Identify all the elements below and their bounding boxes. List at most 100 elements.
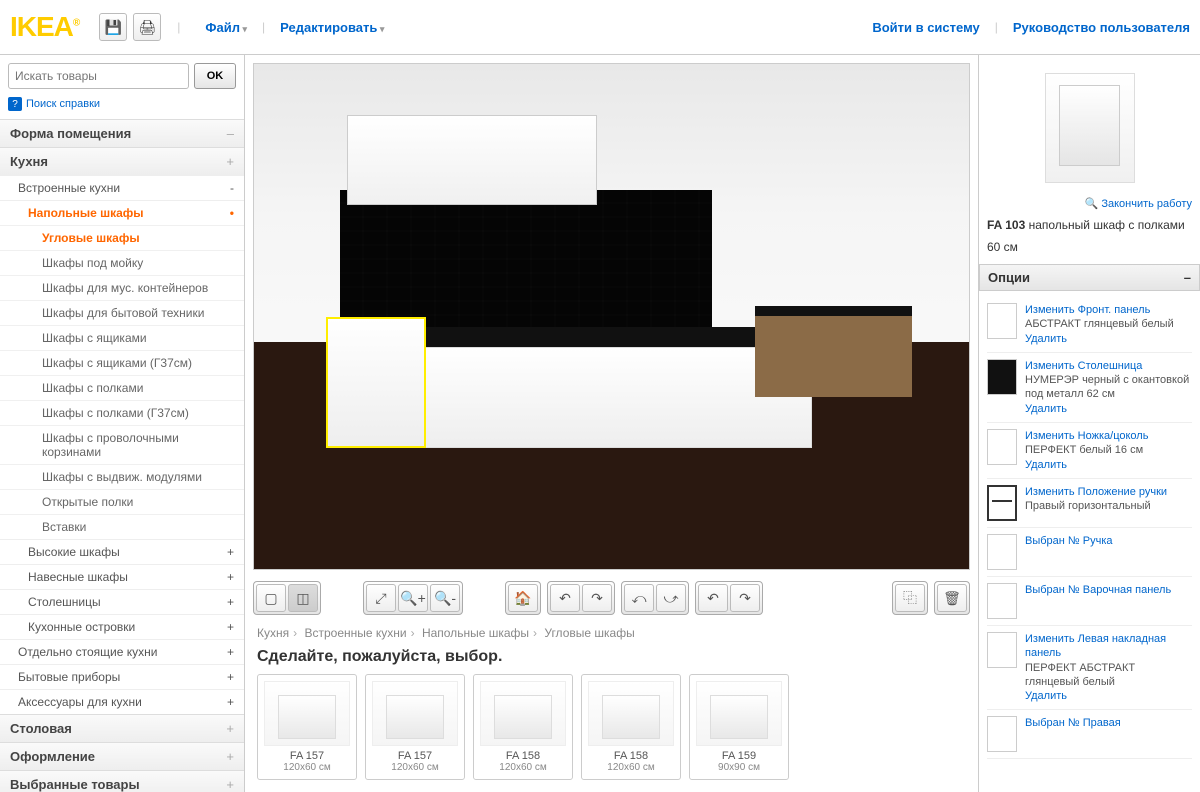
subcat-appliances[interactable]: Бытовые приборы+ [0, 664, 244, 689]
option-desc: АБСТРАКТ глянцевый белый [1025, 317, 1174, 331]
option-link[interactable]: Изменить Ножка/цоколь [1025, 429, 1148, 443]
view-3d-button[interactable]: ◫ [288, 584, 318, 612]
item-pullout[interactable]: Шкафы с выдвиж. модулями [0, 464, 244, 489]
view-toolbar: ▢ ◫ ⤢ 🔍+ 🔍- 🏠 ↶ ↷ ⤺ ⤻ ↶ ↷ [253, 578, 970, 618]
zoom-out-button[interactable]: 🔍- [430, 584, 460, 612]
view-2d-button[interactable]: ▢ [256, 584, 286, 612]
product-info: FA 103 напольный шкаф с полками [987, 214, 1192, 236]
logo: IKEA® [10, 11, 79, 43]
product-card[interactable]: FA 15990x90 см [689, 674, 789, 780]
search-ok-button[interactable]: OK [194, 63, 236, 89]
item-wire[interactable]: Шкафы с проволочными корзинами [0, 425, 244, 464]
search-help-link[interactable]: Поиск справки [0, 97, 244, 119]
swatch [987, 303, 1017, 339]
swatch [987, 632, 1017, 668]
guide-link[interactable]: Руководство пользователя [1013, 20, 1190, 35]
option-row: Выбран № Ручка [987, 528, 1192, 577]
option-row: Выбран № Варочная панель [987, 577, 1192, 626]
swatch [987, 429, 1017, 465]
cat-room-shape[interactable]: Форма помещения– [0, 119, 244, 147]
item-drawers[interactable]: Шкафы с ящиками [0, 325, 244, 350]
options-header[interactable]: Опции– [979, 264, 1200, 291]
delete-button[interactable]: 🗑 [937, 584, 967, 612]
swatch [987, 716, 1017, 752]
rotate-left-button[interactable]: ⤺ [624, 584, 654, 612]
option-link[interactable]: Изменить Столешница [1025, 359, 1192, 373]
header: IKEA® 💾 🖨 | Файл | Редактировать Войти в… [0, 0, 1200, 55]
swatch [987, 583, 1017, 619]
sib-tall[interactable]: Высокие шкафы+ [0, 539, 244, 564]
subcat-freestanding[interactable]: Отдельно стоящие кухни+ [0, 639, 244, 664]
print-button[interactable]: 🖨 [133, 13, 161, 41]
option-link[interactable]: Изменить Положение ручки [1025, 485, 1167, 499]
option-row: Изменить Столешница НУМЕРЭР черный с ока… [987, 353, 1192, 423]
option-link[interactable]: Выбран № Правая [1025, 716, 1121, 730]
login-link[interactable]: Войти в систему [872, 20, 979, 35]
subcat-builtin[interactable]: Встроенные кухни- [0, 175, 244, 200]
3d-viewport[interactable] [253, 63, 970, 570]
option-row: Изменить Левая накладная панель ПЕРФЕКТ … [987, 626, 1192, 710]
swatch [987, 534, 1017, 570]
zoom-fit-button[interactable]: ⤢ [366, 584, 396, 612]
item-appliance[interactable]: Шкафы для бытовой техники [0, 300, 244, 325]
item-corner[interactable]: Угловые шкафы [0, 225, 244, 250]
cat-kitchen[interactable]: Кухня+ [0, 147, 244, 175]
finish-link[interactable]: Закончить работу [1101, 198, 1192, 210]
undo-button[interactable]: ↶ [550, 584, 580, 612]
menu-file[interactable]: Файл [205, 20, 247, 35]
sib-wall[interactable]: Навесные шкафы+ [0, 564, 244, 589]
product-size: 60 см [987, 236, 1192, 258]
option-link[interactable]: Выбран № Варочная панель [1025, 583, 1171, 597]
product-card[interactable]: FA 157120x60 см [257, 674, 357, 780]
sib-worktop[interactable]: Столешницы+ [0, 589, 244, 614]
option-desc: НУМЕРЭР черный с окантовкой под металл 6… [1025, 373, 1192, 402]
center-panel: ▢ ◫ ⤢ 🔍+ 🔍- 🏠 ↶ ↷ ⤺ ⤻ ↶ ↷ [245, 55, 978, 792]
subcat-accessories[interactable]: Аксессуары для кухни+ [0, 689, 244, 714]
preview [987, 63, 1192, 193]
product-list: FA 157120x60 см FA 157120x60 см FA 15812… [245, 674, 978, 792]
cat-dining[interactable]: Столовая+ [0, 714, 244, 742]
item-open[interactable]: Открытые полки [0, 489, 244, 514]
option-link[interactable]: Изменить Фронт. панель [1025, 303, 1174, 317]
product-card[interactable]: FA 158120x60 см [473, 674, 573, 780]
menu-edit[interactable]: Редактировать [280, 20, 384, 35]
item-shelves[interactable]: Шкафы с полками [0, 375, 244, 400]
product-card[interactable]: FA 158120x60 см [581, 674, 681, 780]
delete-link[interactable]: Удалить [1025, 402, 1192, 416]
swatch [987, 485, 1017, 521]
flip-h-button[interactable]: ↶ [698, 584, 728, 612]
option-link[interactable]: Изменить Левая накладная панель [1025, 632, 1192, 661]
product-card[interactable]: FA 157120x60 см [365, 674, 465, 780]
flip-v-button[interactable]: ↷ [730, 584, 760, 612]
swatch [987, 359, 1017, 395]
sidebar: OK Поиск справки Форма помещения– Кухня+… [0, 55, 245, 792]
right-panel: Закончить работу FA 103 напольный шкаф с… [978, 55, 1200, 792]
item-drawers37[interactable]: Шкафы с ящиками (Г37см) [0, 350, 244, 375]
subcat-floor-cabinets[interactable]: Напольные шкафы [0, 200, 244, 225]
rotate-right-button[interactable]: ⤻ [656, 584, 686, 612]
cat-decoration[interactable]: Оформление+ [0, 742, 244, 770]
item-inserts[interactable]: Вставки [0, 514, 244, 539]
option-desc: Правый горизонтальный [1025, 499, 1167, 513]
option-desc: ПЕРФЕКТ АБСТРАКТ глянцевый белый [1025, 661, 1192, 690]
item-trash[interactable]: Шкафы для мус. контейнеров [0, 275, 244, 300]
option-row: Изменить Фронт. панель АБСТРАКТ глянцевы… [987, 297, 1192, 353]
delete-link[interactable]: Удалить [1025, 689, 1192, 703]
selection-prompt: Сделайте, пожалуйста, выбор. [245, 648, 978, 674]
redo-button[interactable]: ↷ [582, 584, 612, 612]
home-button[interactable]: 🏠 [508, 584, 538, 612]
sib-island[interactable]: Кухонные островки+ [0, 614, 244, 639]
save-button[interactable]: 💾 [99, 13, 127, 41]
duplicate-button[interactable]: ⿻ [895, 584, 925, 612]
zoom-in-button[interactable]: 🔍+ [398, 584, 428, 612]
cat-selected[interactable]: Выбранные товары+ [0, 770, 244, 792]
option-row: Изменить Ножка/цоколь ПЕРФЕКТ белый 16 с… [987, 423, 1192, 479]
delete-link[interactable]: Удалить [1025, 458, 1148, 472]
item-sink[interactable]: Шкафы под мойку [0, 250, 244, 275]
option-link[interactable]: Выбран № Ручка [1025, 534, 1113, 548]
option-row: Выбран № Правая [987, 710, 1192, 759]
delete-link[interactable]: Удалить [1025, 332, 1174, 346]
search-input[interactable] [8, 63, 189, 89]
option-row: Изменить Положение ручки Правый горизонт… [987, 479, 1192, 528]
item-shelves37[interactable]: Шкафы с полками (Г37см) [0, 400, 244, 425]
